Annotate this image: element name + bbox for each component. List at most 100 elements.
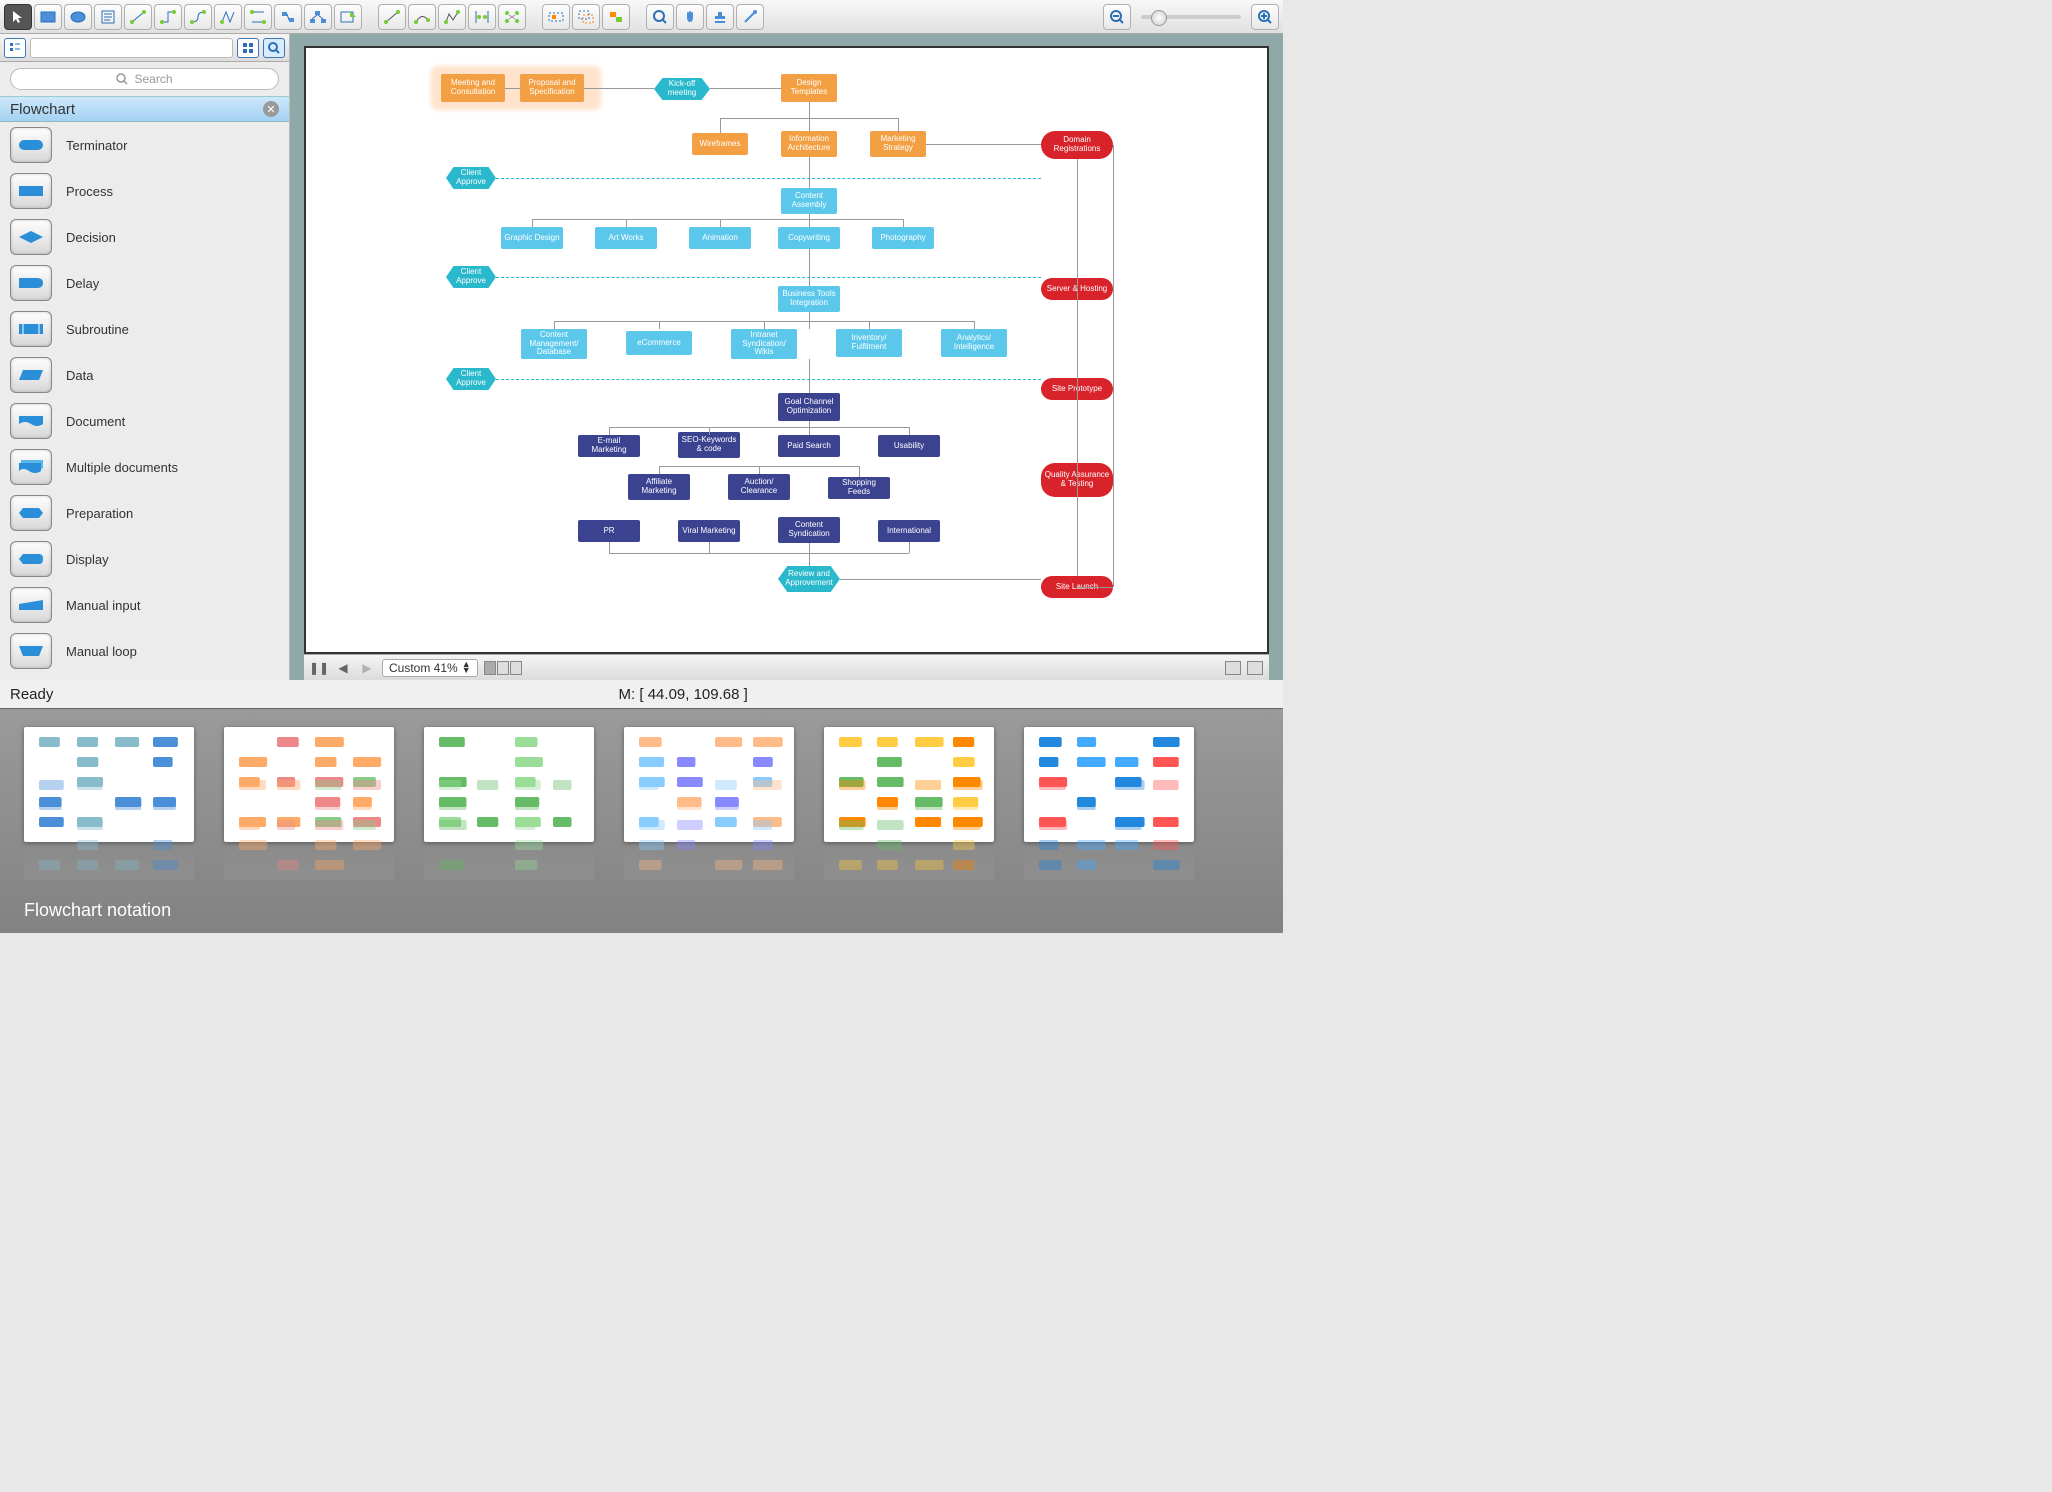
shape-item-multidoc[interactable]: Multiple documents xyxy=(0,444,289,490)
gallery-thumb-1[interactable] xyxy=(224,727,394,880)
gallery-thumb-2[interactable] xyxy=(424,727,594,880)
fit-button-1[interactable] xyxy=(1225,661,1241,675)
zoom-tool[interactable] xyxy=(646,4,674,30)
connector-1[interactable] xyxy=(124,4,152,30)
shape-item-subroutine[interactable]: Subroutine xyxy=(0,306,289,352)
node-ecommerce[interactable]: eCommerce xyxy=(626,331,692,355)
pointer-tool[interactable] xyxy=(4,4,32,30)
pause-icon[interactable]: ❚❚ xyxy=(310,659,328,677)
node-paid[interactable]: Paid Search xyxy=(778,435,840,457)
node-design_templates[interactable]: Design Templates xyxy=(781,74,837,102)
prev-page-button[interactable]: ◀ xyxy=(334,659,352,677)
node-biz_tools[interactable]: Business Tools Integration xyxy=(778,286,840,312)
node-content_synd[interactable]: Content Syndication xyxy=(778,517,840,543)
zoom-level-select[interactable]: Custom 41%▲▼ xyxy=(382,659,478,677)
path-tool-3[interactable] xyxy=(438,4,466,30)
gallery-thumb-3[interactable] xyxy=(624,727,794,880)
zoom-out-button[interactable] xyxy=(1103,4,1131,30)
shape-item-manualloop[interactable]: Manual loop xyxy=(0,628,289,674)
node-international[interactable]: International xyxy=(878,520,940,542)
shape-item-document[interactable]: Document xyxy=(0,398,289,444)
shape-item-delay[interactable]: Delay xyxy=(0,260,289,306)
node-approve[interactable]: Client Approve xyxy=(446,167,496,189)
path-tool-2[interactable] xyxy=(408,4,436,30)
node-content_assembly[interactable]: Content Assembly xyxy=(781,188,837,214)
node-analytics[interactable]: Analytics/ Intelligence xyxy=(941,329,1007,357)
node-meeting[interactable]: Meeting and Consultation xyxy=(441,74,505,102)
next-page-button[interactable]: ▶ xyxy=(358,659,376,677)
node-graphic[interactable]: Graphic Design xyxy=(501,227,563,249)
connector-5[interactable] xyxy=(244,4,272,30)
gallery-thumb-4[interactable] xyxy=(824,727,994,880)
shape-item-process[interactable]: Process xyxy=(0,168,289,214)
shape-search-input[interactable]: Search xyxy=(10,68,279,90)
node-shopping[interactable]: Shopping Feeds xyxy=(828,477,890,499)
node-animation[interactable]: Animation xyxy=(689,227,751,249)
fit-button-2[interactable] xyxy=(1247,661,1263,675)
section-header-flowchart[interactable]: Flowchart ✕ xyxy=(0,96,289,122)
node-auction[interactable]: Auction/ Clearance xyxy=(728,474,790,500)
node-review[interactable]: Review and Approvement xyxy=(778,566,840,592)
connector-2[interactable] xyxy=(154,4,182,30)
node-copywriting[interactable]: Copywriting xyxy=(778,227,840,249)
section-close-icon[interactable]: ✕ xyxy=(263,101,279,117)
node-kickoff[interactable]: Kick-off meeting xyxy=(654,78,710,100)
distribute-tool[interactable] xyxy=(498,4,526,30)
node-affiliate[interactable]: Affiliate Marketing xyxy=(628,474,690,500)
stamp-tool[interactable] xyxy=(706,4,734,30)
node-email[interactable]: E-mail Marketing xyxy=(578,435,640,457)
node-domain[interactable]: Domain Registrations xyxy=(1041,131,1113,159)
node-artworks[interactable]: Art Works xyxy=(595,227,657,249)
shape-item-decision[interactable]: Decision xyxy=(0,214,289,260)
shape-label: Document xyxy=(66,414,125,429)
node-goal[interactable]: Goal Channel Optimization xyxy=(778,393,840,421)
search-tab-icon[interactable] xyxy=(263,38,285,58)
drawing-canvas[interactable]: Meeting and Consultation Proposal and Spe… xyxy=(304,46,1269,654)
zoom-in-button[interactable] xyxy=(1251,4,1279,30)
pan-tool[interactable] xyxy=(676,4,704,30)
node-info_arch[interactable]: Information Architecture xyxy=(781,131,837,157)
node-proposal[interactable]: Proposal and Specification xyxy=(520,74,584,102)
node-intranet[interactable]: Intranet Syndication/ Wikis xyxy=(731,329,797,359)
node-photography[interactable]: Photography xyxy=(872,227,934,249)
node-cms[interactable]: Content Management/ Database xyxy=(521,329,587,359)
align-h-tool[interactable] xyxy=(468,4,496,30)
search-icon xyxy=(116,73,128,85)
node-approve[interactable]: Client Approve xyxy=(446,368,496,390)
node-pr[interactable]: PR xyxy=(578,520,640,542)
connector-7[interactable] xyxy=(304,4,332,30)
connector-6[interactable] xyxy=(274,4,302,30)
eyedropper-tool[interactable] xyxy=(736,4,764,30)
grid-view-icon[interactable] xyxy=(237,38,259,58)
node-inventory[interactable]: Inventory/ Fulfilment xyxy=(836,329,902,357)
outline-tab-icon[interactable] xyxy=(4,38,26,58)
gallery-thumb-0[interactable] xyxy=(24,727,194,880)
node-approve[interactable]: Client Approve xyxy=(446,266,496,288)
zoom-slider[interactable] xyxy=(1141,15,1241,19)
node-wireframes[interactable]: Wireframes xyxy=(692,133,748,155)
group-tool-2[interactable] xyxy=(572,4,600,30)
shape-label: Display xyxy=(66,552,109,567)
shape-item-display[interactable]: Display xyxy=(0,536,289,582)
gallery-thumb-5[interactable] xyxy=(1024,727,1194,880)
path-tool-1[interactable] xyxy=(378,4,406,30)
text-tool[interactable] xyxy=(94,4,122,30)
shape-thumb-decision xyxy=(10,219,52,255)
shape-item-data[interactable]: Data xyxy=(0,352,289,398)
shape-item-terminator[interactable]: Terminator xyxy=(0,122,289,168)
layout-mode-buttons[interactable] xyxy=(484,661,522,675)
group-tool-3[interactable] xyxy=(602,4,630,30)
node-viral[interactable]: Viral Marketing xyxy=(678,520,740,542)
node-seo[interactable]: SEO-Keywords & code xyxy=(678,432,740,458)
rect-tool[interactable] xyxy=(34,4,62,30)
ellipse-tool[interactable] xyxy=(64,4,92,30)
connector-4[interactable] xyxy=(214,4,242,30)
shape-item-preparation[interactable]: Preparation xyxy=(0,490,289,536)
group-tool-1[interactable] xyxy=(542,4,570,30)
insert-tool[interactable] xyxy=(334,4,362,30)
node-usability[interactable]: Usability xyxy=(878,435,940,457)
shape-item-manualinput[interactable]: Manual input xyxy=(0,582,289,628)
node-marketing[interactable]: Marketing Strategy xyxy=(870,131,926,157)
connector-3[interactable] xyxy=(184,4,212,30)
panel-filter-input[interactable] xyxy=(30,38,233,58)
